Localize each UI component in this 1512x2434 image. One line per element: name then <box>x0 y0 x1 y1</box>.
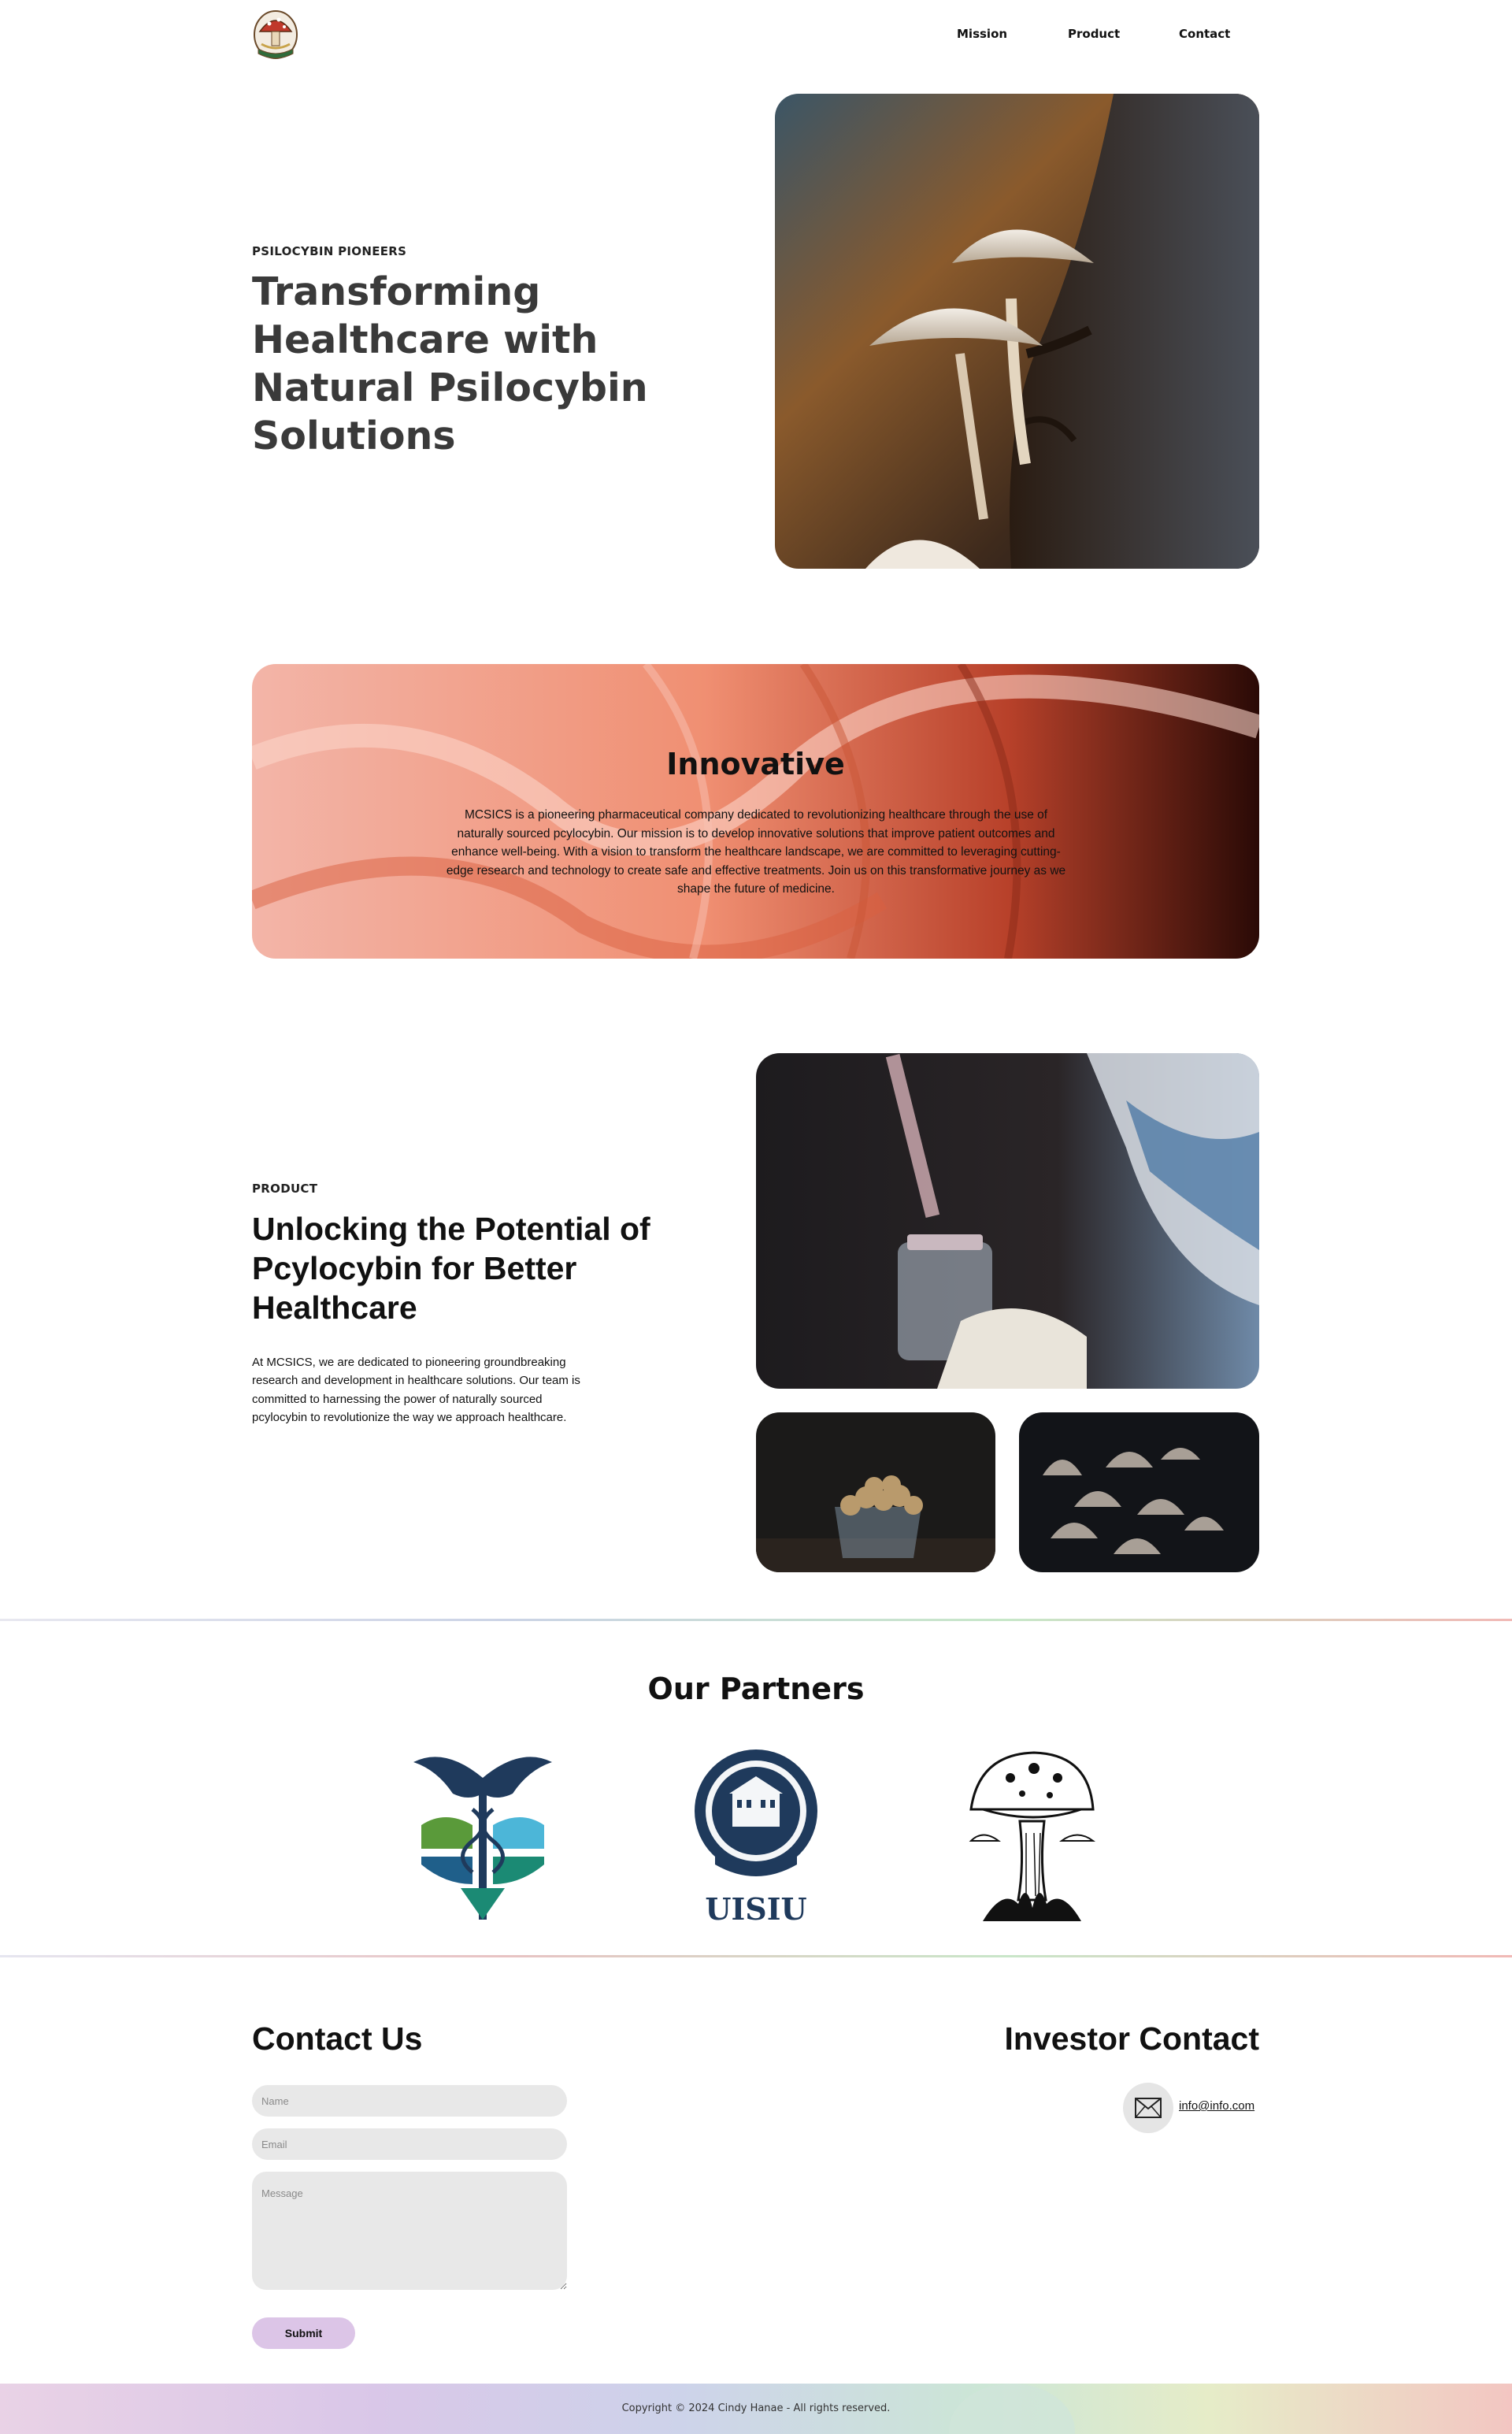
envelope-icon <box>1135 2098 1162 2118</box>
caduceus-eagle-logo <box>413 1746 552 1924</box>
uisiu-wordmark: UISIU <box>705 1891 806 1924</box>
nav-link-product[interactable]: Product <box>1068 27 1120 41</box>
partners-title: Our Partners <box>647 1672 865 1706</box>
nav-link-contact[interactable]: Contact <box>1179 27 1230 41</box>
submit-button[interactable]: Submit <box>252 2317 355 2349</box>
mushroom-illustration-logo <box>963 1746 1099 1924</box>
uisiu-seal-logo: UISIU <box>691 1746 821 1927</box>
email-icon-badge <box>1123 2083 1173 2133</box>
message-field[interactable] <box>252 2172 567 2290</box>
name-field[interactable] <box>252 2085 567 2117</box>
innovative-banner: Innovative MCSICS is a pioneering pharma… <box>252 664 1259 959</box>
brand-logo[interactable] <box>252 6 299 63</box>
footer: Copyright © 2024 Cindy Hanae - All right… <box>0 2384 1512 2434</box>
partners-top-divider <box>0 1619 1512 1621</box>
footer-copyright: Copyright © 2024 Cindy Hanae - All right… <box>621 2402 891 2414</box>
hero-title: Transforming Healthcare with Natural Psi… <box>252 269 648 458</box>
innovative-title: Innovative <box>666 747 845 781</box>
investor-contact-title: Investor Contact <box>1004 2020 1260 2057</box>
innovative-text: MCSICS is a pioneering pharmaceutical co… <box>446 808 1066 896</box>
product-dropper-image <box>756 1053 1259 1389</box>
email-field[interactable] <box>252 2128 567 2160</box>
investor-email-link[interactable]: info@info.com <box>1179 2099 1254 2113</box>
product-mushroom-cluster-image <box>1019 1412 1259 1572</box>
hero-mushroom-image <box>775 94 1259 569</box>
product-eyebrow: PRODUCT <box>252 1182 318 1196</box>
hero-eyebrow: PSILOCYBIN PIONEERS <box>252 244 407 258</box>
partners-bottom-divider <box>0 1955 1512 1957</box>
nav-link-mission[interactable]: Mission <box>957 27 1007 41</box>
product-mushroom-bowl-image <box>756 1412 995 1572</box>
contact-title: Contact Us <box>252 2020 423 2057</box>
product-title: Unlocking the Potential of Pcylocybin fo… <box>252 1211 650 1326</box>
product-text: At MCSICS, we are dedicated to pioneerin… <box>252 1356 580 1424</box>
